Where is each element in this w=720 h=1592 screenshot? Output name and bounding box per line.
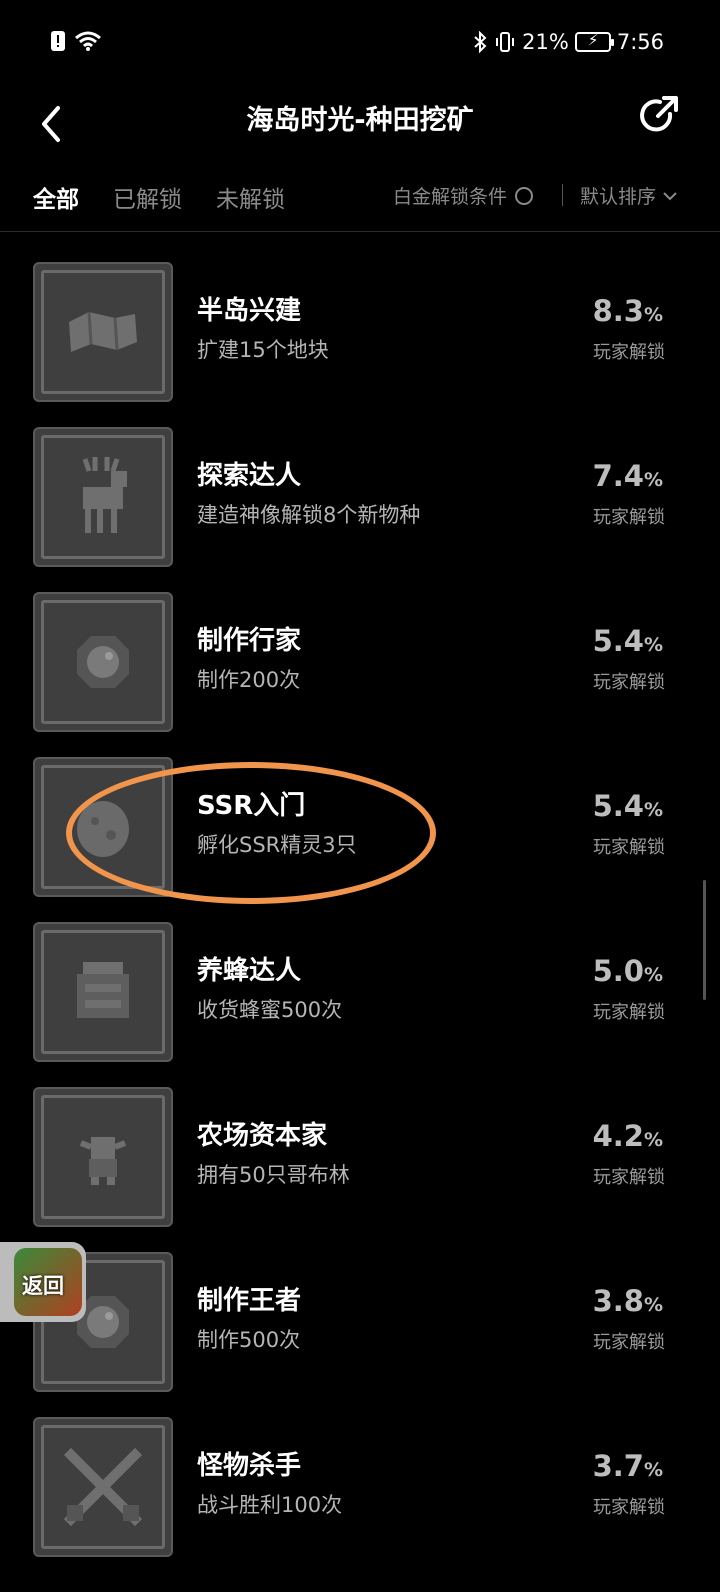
wifi-icon	[75, 31, 101, 51]
status-left	[50, 30, 102, 52]
unlock-label: 玩家解锁	[593, 507, 665, 528]
list-item[interactable]: 怪物杀手 战斗胜利100次 3.7% 玩家解锁	[0, 1387, 720, 1557]
deer-icon	[82, 457, 127, 533]
achievement-title: 农场资本家	[197, 1121, 328, 1151]
unlock-label: 玩家解锁	[593, 1167, 665, 1188]
list-item[interactable]: SSR入门 孵化SSR精灵3只 5.4% 玩家解锁	[0, 727, 720, 897]
bluetooth-icon	[474, 31, 487, 53]
list-item[interactable]: 制作行家 制作200次 5.4% 玩家解锁	[0, 562, 720, 732]
achievement-desc: 孵化SSR精灵3只	[197, 833, 357, 857]
achievement-icon	[33, 1417, 173, 1557]
unlock-percent: 3.7%	[592, 1449, 663, 1483]
tab-locked[interactable]: 未解锁	[216, 180, 285, 214]
header: 海岛时光-种田挖矿	[0, 86, 720, 182]
status-right: 21% ⚡ 7:56	[472, 30, 664, 54]
achievement-desc: 扩建15个地块	[197, 338, 329, 362]
achievement-title: 养蜂达人	[197, 956, 302, 986]
achievement-icon	[33, 1087, 173, 1227]
achievement-icon	[33, 757, 173, 897]
battery-icon: ⚡	[574, 31, 614, 52]
achievement-title: SSR入门	[197, 791, 306, 821]
unlock-label: 玩家解锁	[593, 837, 665, 858]
achievement-title: 制作行家	[197, 626, 302, 656]
achievement-desc: 建造神像解锁8个新物种	[197, 503, 421, 527]
list-item[interactable]: 农场资本家 拥有50只哥布林 4.2% 玩家解锁	[0, 1057, 720, 1227]
list-item[interactable]: 半岛兴建 扩建15个地块 8.3% 玩家解锁	[0, 232, 720, 402]
list-item[interactable]: 探索达人 建造神像解锁8个新物种 7.4% 玩家解锁	[0, 397, 720, 567]
achievement-icon	[33, 922, 173, 1062]
status-bar: 21% ⚡ 7:56	[0, 0, 720, 86]
unlock-percent: 8.3%	[592, 294, 663, 328]
platinum-filter-label: 白金解锁条件	[393, 186, 508, 208]
tab-all[interactable]: 全部	[33, 180, 79, 214]
battery-percent: 21%	[522, 30, 569, 54]
goblin-icon	[79, 1137, 127, 1185]
achievement-icon	[33, 262, 173, 402]
list-item[interactable]: 制作王者 制作500次 3.8% 玩家解锁	[0, 1222, 720, 1392]
achievement-title: 怪物杀手	[197, 1451, 302, 1481]
unlock-label: 玩家解锁	[593, 1332, 665, 1353]
unlock-label: 玩家解锁	[593, 672, 665, 693]
divider	[562, 184, 563, 206]
beehive-icon	[77, 962, 129, 1018]
floating-back-label: 返回	[22, 1274, 64, 1298]
unlock-percent: 5.4%	[592, 624, 663, 658]
floating-back-button[interactable]: 返回	[0, 1242, 86, 1322]
unlock-percent: 4.2%	[592, 1119, 663, 1153]
scrollbar[interactable]	[703, 880, 706, 1000]
egg-icon	[77, 801, 129, 857]
platinum-filter[interactable]: 白金解锁条件	[393, 182, 534, 209]
share-icon[interactable]	[636, 94, 680, 138]
achievement-icon	[33, 592, 173, 732]
unlock-percent: 7.4%	[592, 459, 663, 493]
achievement-desc: 制作500次	[197, 1328, 301, 1352]
chevron-down-icon	[663, 191, 677, 200]
map-scroll-icon	[69, 311, 137, 352]
vibrate-icon	[496, 32, 515, 52]
achievement-icon	[33, 427, 173, 567]
achievement-title: 制作王者	[197, 1286, 302, 1316]
achievement-title: 探索达人	[197, 461, 302, 491]
tab-unlocked[interactable]: 已解锁	[113, 180, 182, 214]
crossed-swords-icon	[63, 1447, 143, 1527]
sort-dropdown[interactable]: 默认排序	[580, 182, 678, 209]
page-title: 海岛时光-种田挖矿	[246, 105, 474, 136]
filter-tabs: 全部 已解锁 未解锁 白金解锁条件 默认排序	[0, 170, 720, 232]
gem-icon	[77, 636, 129, 688]
unlock-percent: 5.4%	[592, 789, 663, 823]
achievement-desc: 拥有50只哥布林	[197, 1163, 350, 1187]
unlock-percent: 5.0%	[592, 954, 663, 988]
achievement-desc: 战斗胜利100次	[197, 1493, 343, 1517]
alert-icon	[51, 31, 65, 51]
achievement-title: 半岛兴建	[197, 296, 302, 326]
unlock-label: 玩家解锁	[593, 1497, 665, 1518]
unlock-label: 玩家解锁	[593, 342, 665, 363]
clock: 7:56	[616, 30, 664, 54]
achievement-desc: 制作200次	[197, 668, 301, 692]
unlock-percent: 3.8%	[592, 1284, 663, 1318]
unlock-label: 玩家解锁	[593, 1002, 665, 1023]
achievement-desc: 收货蜂蜜500次	[197, 998, 343, 1022]
sort-label: 默认排序	[580, 186, 657, 208]
radio-circle-icon	[515, 186, 534, 205]
list-item[interactable]: 养蜂达人 收货蜂蜜500次 5.0% 玩家解锁	[0, 892, 720, 1062]
